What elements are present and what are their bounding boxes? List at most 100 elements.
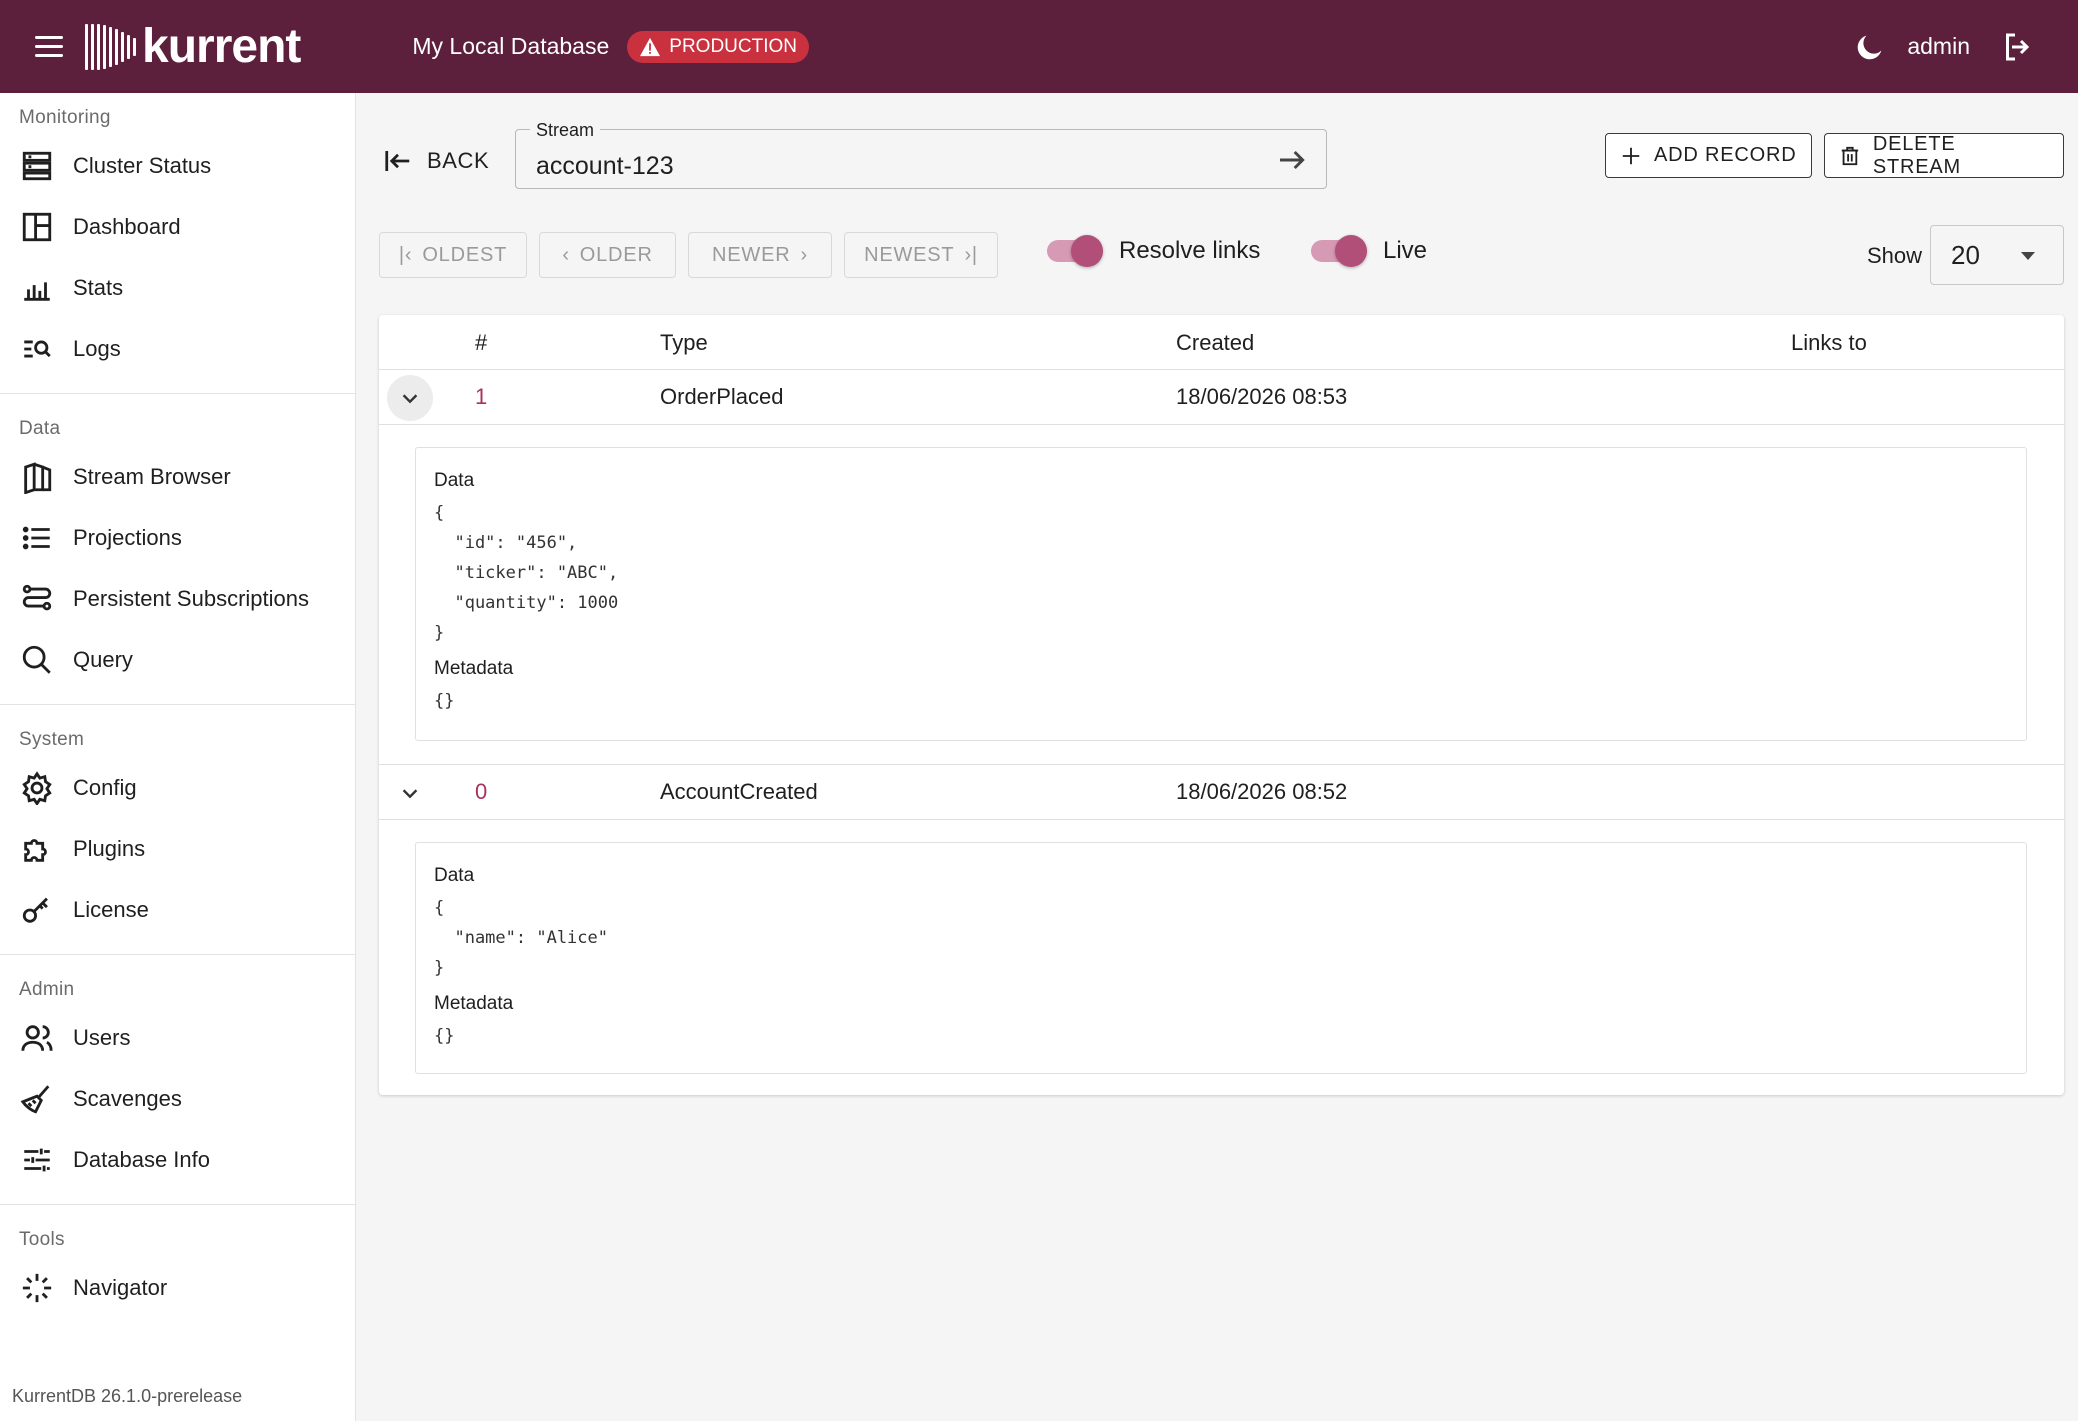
section-title-monitoring: Monitoring — [19, 107, 111, 128]
event-created: 18/06/2026 08:53 — [1176, 384, 1348, 409]
show-label: Show — [1867, 243, 1923, 268]
event-number: 0 — [475, 779, 488, 804]
older-button[interactable]: ‹ OLDER — [539, 232, 676, 278]
back-button[interactable]: BACK — [383, 137, 489, 185]
table-row[interactable]: 0 AccountCreated 18/06/2026 08:52 — [379, 765, 2064, 820]
event-detail-box: Data { "id": "456", "ticker": "ABC", "qu… — [415, 447, 2027, 741]
sidebar: Monitoring Cluster Status Dashboard Stat… — [0, 93, 356, 1421]
bar-chart-icon — [24, 281, 50, 301]
metadata-label: Metadata — [434, 993, 514, 1014]
kurrent-logo[interactable]: kurrent — [85, 17, 301, 77]
arrow-right-icon — [1280, 150, 1305, 170]
expand-row-button[interactable] — [387, 770, 433, 816]
user-name[interactable]: admin — [1907, 33, 1970, 60]
sidebar-item-users[interactable]: Users — [0, 1007, 355, 1068]
stream-input[interactable] — [516, 130, 1256, 188]
chevron-right-icon: › — [800, 243, 808, 266]
sidebar-item-label: Dashboard — [73, 213, 181, 239]
event-detail: Data { "id": "456", "ticker": "ABC", "qu… — [379, 425, 2064, 765]
sidebar-item-label: Query — [73, 646, 133, 672]
event-detail: Data { "name": "Alice" } Metadata {} — [379, 820, 2064, 1090]
sidebar-item-label: Projections — [73, 524, 182, 550]
subscription-icon — [22, 584, 52, 610]
event-data-json[interactable]: { "name": "Alice" } — [434, 893, 2008, 983]
sidebar-item-stats[interactable]: Stats — [0, 257, 355, 318]
expand-row-button[interactable] — [387, 375, 433, 421]
delete-stream-button[interactable]: DELETE STREAM — [1824, 133, 2064, 178]
sidebar-item-stream-browser[interactable]: Stream Browser — [0, 446, 355, 507]
event-number: 1 — [475, 384, 488, 409]
users-icon — [21, 1024, 53, 1051]
newest-button[interactable]: NEWEST ›| — [844, 232, 998, 278]
section-title-tools: Tools — [19, 1229, 65, 1250]
sidebar-item-label: Plugins — [73, 835, 146, 861]
sidebar-item-scavenges[interactable]: Scavenges — [0, 1068, 355, 1129]
sidebar-item-dashboard[interactable]: Dashboard — [0, 196, 355, 257]
sidebar-item-persistent-subscriptions[interactable]: Persistent Subscriptions — [0, 568, 355, 629]
sidebar-item-label: Logs — [73, 335, 121, 361]
section-title-admin: Admin — [19, 979, 75, 1000]
chevron-down-icon — [402, 789, 418, 799]
section-title-data: Data — [19, 418, 61, 439]
version-label: KurrentDB 26.1.0-prerelease — [12, 1386, 243, 1406]
add-record-button[interactable]: ADD RECORD — [1605, 133, 1812, 178]
header-number: # — [475, 330, 488, 355]
header-created: Created — [1176, 330, 1255, 355]
resolve-links-toggle[interactable]: Resolve links — [1047, 235, 1260, 267]
go-to-stream-button[interactable] — [1276, 144, 1308, 176]
event-metadata-json[interactable]: {} — [434, 1021, 2008, 1051]
event-detail-box: Data { "name": "Alice" } Metadata {} — [415, 842, 2027, 1074]
chevron-left-icon: ‹ — [562, 243, 570, 266]
table-header: # Type Created Links to — [379, 315, 2064, 370]
event-data-json[interactable]: { "id": "456", "ticker": "ABC", "quantit… — [434, 498, 2008, 648]
menu-icon[interactable] — [25, 23, 73, 71]
sidebar-item-navigator[interactable]: Navigator — [0, 1257, 355, 1318]
last-page-icon: ›| — [964, 243, 978, 266]
search-icon — [22, 645, 51, 674]
sidebar-item-plugins[interactable]: Plugins — [0, 818, 355, 879]
sidebar-item-label: Persistent Subscriptions — [73, 585, 309, 611]
stream-icon — [24, 461, 52, 494]
list-icon — [22, 526, 50, 549]
live-toggle[interactable]: Live — [1311, 235, 1427, 267]
environment-badge: PRODUCTION — [627, 30, 809, 63]
sidebar-item-license[interactable]: License — [0, 879, 355, 940]
sidebar-item-logs[interactable]: Logs — [0, 318, 355, 379]
event-type: AccountCreated — [660, 779, 818, 804]
event-metadata-json[interactable]: {} — [434, 686, 2008, 716]
events-table: # Type Created Links to 1 OrderPlaced 18… — [379, 315, 2064, 1095]
back-button-label: BACK — [427, 148, 490, 173]
table-row[interactable]: 1 OrderPlaced 18/06/2026 08:53 — [379, 370, 2064, 425]
server-icon — [22, 151, 52, 180]
sidebar-item-query[interactable]: Query — [0, 629, 355, 690]
sidebar-item-database-info[interactable]: Database Info — [0, 1129, 355, 1190]
logo-text: kurrent — [142, 19, 301, 73]
header-type: Type — [660, 330, 708, 355]
sidebar-item-config[interactable]: Config — [0, 757, 355, 818]
page-size-value: 20 — [1951, 239, 1980, 270]
newest-label: NEWEST — [864, 243, 955, 266]
add-record-label: ADD RECORD — [1654, 144, 1797, 166]
logout-icon[interactable] — [2000, 29, 2036, 65]
oldest-label: OLDEST — [422, 243, 508, 266]
header-links-to: Links to — [1791, 330, 1867, 355]
back-arrow-icon — [385, 151, 410, 171]
dark-mode-icon[interactable] — [1853, 30, 1887, 64]
top-bar: kurrent My Local Database PRODUCTION adm… — [0, 0, 2078, 93]
sidebar-item-projections[interactable]: Projections — [0, 507, 355, 568]
resolve-links-switch[interactable] — [1047, 235, 1103, 267]
newer-button[interactable]: NEWER › — [688, 232, 832, 278]
event-created: 18/06/2026 08:52 — [1176, 779, 1348, 804]
sliders-icon — [24, 1148, 50, 1171]
sidebar-item-label: Cluster Status — [73, 152, 212, 178]
sidebar-item-label: Database Info — [73, 1146, 210, 1172]
oldest-button[interactable]: |‹ OLDEST — [379, 232, 527, 278]
delete-stream-label: DELETE STREAM — [1872, 132, 1962, 178]
live-switch[interactable] — [1311, 235, 1367, 267]
sidebar-item-cluster-status[interactable]: Cluster Status — [0, 135, 355, 196]
sidebar-item-label: Config — [73, 774, 137, 800]
page-size-select[interactable]: 20 — [1930, 225, 2064, 285]
sidebar-item-label: Scavenges — [73, 1085, 182, 1111]
data-label: Data — [434, 470, 475, 491]
navigator-icon — [22, 1273, 52, 1302]
